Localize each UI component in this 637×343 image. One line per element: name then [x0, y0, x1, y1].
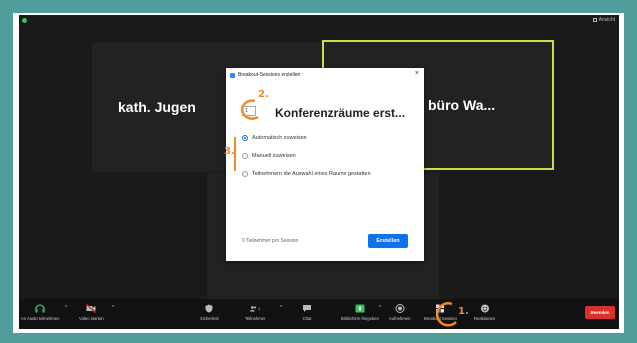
annotation-overlay: [234, 99, 457, 327]
annotation-circle-step1: [435, 302, 457, 327]
annotation-step3: 3.: [224, 146, 235, 157]
annotation-circle-step2: [241, 99, 259, 120]
annotation-step1: 1.: [458, 306, 469, 317]
annotation-step2: 2.: [258, 89, 269, 100]
